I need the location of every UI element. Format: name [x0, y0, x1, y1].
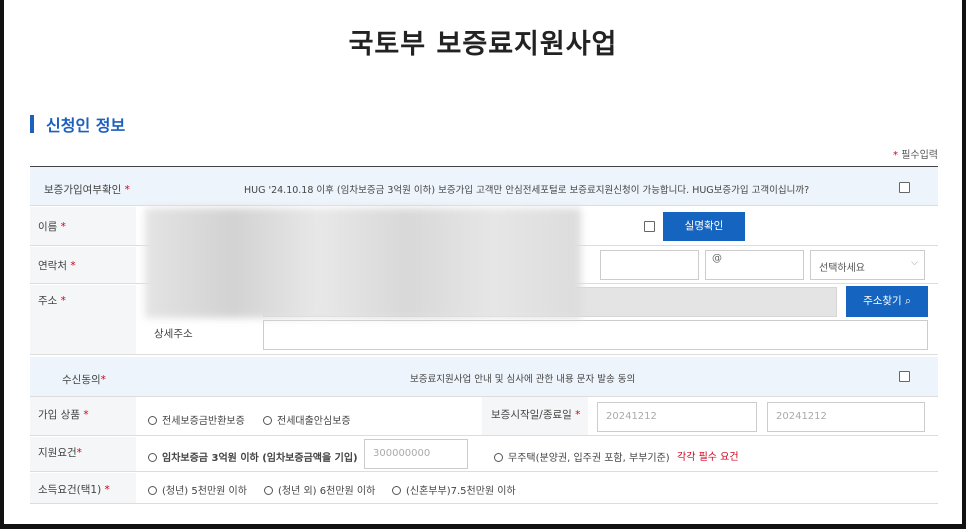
- consent-label: 수신동의*: [62, 374, 106, 386]
- hug-label: 보증가입여부확인 *: [44, 184, 130, 196]
- radio-icon: [494, 453, 503, 462]
- income-option-2[interactable]: (청년 외) 6천만원 이하: [264, 482, 375, 497]
- period-label: 보증시작일/종료일 *: [491, 409, 581, 421]
- email-id-input[interactable]: [600, 250, 699, 280]
- consent-checkbox[interactable]: [899, 371, 910, 382]
- support-amount-input[interactable]: 300000000: [364, 439, 468, 469]
- product-option-2[interactable]: 전세대출안심보증: [263, 412, 351, 427]
- required-note: * 필수입력: [893, 150, 938, 161]
- email-domain-input[interactable]: @: [705, 250, 804, 280]
- hug-checkbox[interactable]: [899, 182, 910, 193]
- support-option-1[interactable]: 임차보증금 3억원 이하 (임차보증금액을 기입): [148, 449, 358, 464]
- consent-text: 보증료지원사업 안내 및 심사에 관한 내용 문자 발송 동의: [410, 374, 636, 385]
- email-domain-select[interactable]: 선택하세요 ⌵: [810, 250, 925, 280]
- radio-icon: [264, 486, 273, 495]
- consent-row: 수신동의* 보증료지원사업 안내 및 심사에 관한 내용 문자 발송 동의: [30, 357, 938, 397]
- address-label: 주소 *: [38, 295, 66, 307]
- page-title: 국토부 보증료지원사업: [348, 29, 618, 60]
- hug-row: 보증가입여부확인 * HUG '24.10.18 이후 (임차보증금 3억원 이…: [30, 167, 938, 206]
- product-label: 가입 상품 *: [38, 409, 89, 421]
- hug-text: HUG '24.10.18 이후 (임차보증금 3억원 이하) 보증가입 고객만…: [244, 185, 810, 196]
- name-label: 이름 *: [38, 221, 66, 233]
- income-option-3[interactable]: (신혼부부)7.5천만원 이하: [392, 482, 516, 497]
- name-checkbox[interactable]: [644, 221, 655, 232]
- support-label: 지원요건*: [38, 447, 82, 459]
- support-option-2[interactable]: 무주택(분양권, 입주권 포함, 부부기준): [494, 449, 670, 464]
- section-title: 신청인 정보: [46, 116, 126, 135]
- product-option-1[interactable]: 전세보증금반환보증: [148, 412, 245, 427]
- chevron-down-icon: ⌵: [911, 258, 918, 268]
- section-accent-bar: [30, 115, 34, 133]
- radio-icon: [148, 416, 157, 425]
- address-search-button[interactable]: 주소찾기 ⌕: [846, 286, 928, 317]
- search-icon: ⌕: [905, 295, 911, 307]
- product-row: 가입 상품 * 전세보증금반환보증 전세대출안심보증 보증시작일/종료일 * 2…: [30, 397, 938, 436]
- radio-icon: [392, 486, 401, 495]
- detail-address-label: 상세주소: [154, 328, 193, 340]
- radio-icon: [148, 486, 157, 495]
- redacted-area: [145, 208, 581, 318]
- income-label: 소득요건(택1) *: [38, 484, 110, 496]
- radio-icon: [148, 453, 157, 462]
- end-date-input[interactable]: 20241212: [767, 402, 925, 432]
- income-row: 소득요건(택1) * (청년) 5천만원 이하 (청년 외) 6천만원 이하 (…: [30, 473, 938, 504]
- income-option-1[interactable]: (청년) 5천만원 이하: [148, 482, 247, 497]
- verify-name-button[interactable]: 실명확인: [663, 212, 745, 241]
- contact-label: 연락처 *: [38, 260, 76, 272]
- detail-address-input[interactable]: [263, 320, 928, 350]
- section-header: 신청인 정보: [30, 114, 126, 135]
- radio-icon: [263, 416, 272, 425]
- start-date-input[interactable]: 20241212: [597, 402, 757, 432]
- support-note: 각각 필수 요건: [677, 452, 739, 463]
- support-row: 지원요건* 임차보증금 3억원 이하 (임차보증금액을 기입) 30000000…: [30, 437, 938, 472]
